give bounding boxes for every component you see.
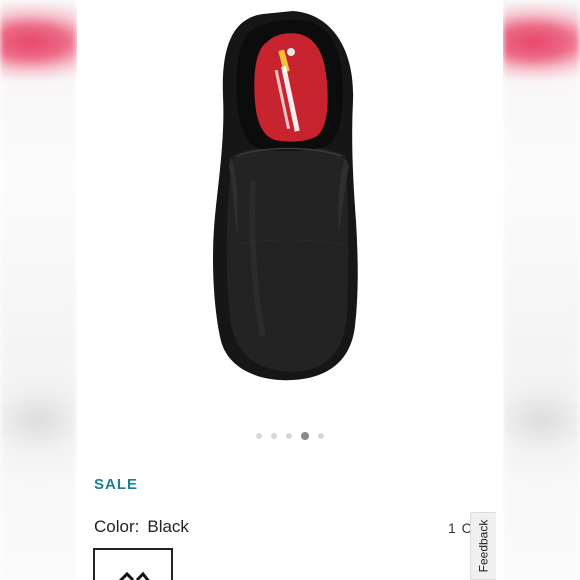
color-value: Black	[147, 517, 189, 536]
shoe-top-view	[213, 11, 358, 381]
sale-badge: SALE	[94, 476, 139, 493]
feedback-label: Feedback	[476, 519, 491, 573]
color-swatch-black[interactable]	[93, 548, 173, 580]
carousel-dot[interactable]	[256, 433, 262, 439]
product-image[interactable]	[193, 6, 383, 384]
carousel-dot[interactable]	[271, 433, 277, 439]
blurred-background-right	[503, 0, 580, 580]
carousel-dot-active[interactable]	[301, 432, 309, 440]
blurred-background-left	[0, 0, 77, 580]
carousel-dots	[77, 430, 503, 442]
feedback-button[interactable]: Feedback	[470, 512, 496, 580]
product-detail-panel: SALE Color: Black 1 C Feedback	[77, 0, 503, 580]
color-label: Color:	[94, 517, 140, 536]
swatch-shoe-thumbnail	[118, 571, 150, 580]
carousel-dot[interactable]	[286, 433, 292, 439]
carousel-dot[interactable]	[318, 433, 324, 439]
color-row: Color: Black	[94, 517, 189, 537]
